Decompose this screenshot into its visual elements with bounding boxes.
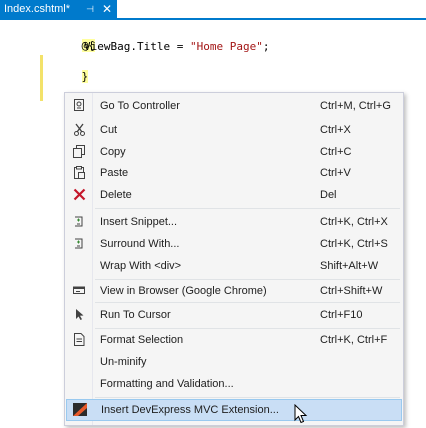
menu-separator: [95, 397, 400, 398]
menu-item-label: View in Browser (Google Chrome): [100, 285, 267, 297]
menu-item-shortcut: Ctrl+X: [320, 124, 351, 136]
menu-separator: [95, 279, 400, 280]
menu-separator: [95, 302, 400, 303]
menu-item-shortcut: Ctrl+F10: [320, 309, 363, 321]
tab-index-cshtml[interactable]: Index.cshtml* ⊣ ✕: [0, 0, 117, 18]
menu-item-format-selection[interactable]: Format Selection Ctrl+K, Ctrl+F: [66, 330, 402, 351]
menu-item-label: Delete: [100, 189, 132, 201]
menu-item-label: Run To Cursor: [100, 309, 171, 321]
pin-icon[interactable]: ⊣: [84, 0, 96, 18]
menu-item-label: Go To Controller: [100, 100, 180, 112]
menu-item-shortcut: Ctrl+Shift+W: [320, 285, 383, 297]
format-icon: [72, 333, 86, 347]
menu-item-label: Cut: [100, 124, 118, 136]
menu-item-cut[interactable]: Cut Ctrl+X: [66, 120, 402, 141]
menu-item-shortcut: Del: [320, 189, 337, 201]
menu-item-shortcut: Shift+Alt+W: [320, 260, 379, 272]
menu-item-label: Un-minify: [100, 356, 147, 368]
menu-item-shortcut: Ctrl+C: [320, 146, 352, 158]
changed-lines-marker: [40, 55, 43, 101]
menu-item-un-minify[interactable]: Un-minify: [66, 352, 402, 373]
menu-item-label: Insert Snippet...: [100, 216, 178, 228]
menu-item-label: Wrap With <div>: [100, 260, 182, 272]
go-to-controller-icon: [72, 99, 86, 113]
menu-item-shortcut: Ctrl+M, Ctrl+G: [320, 100, 391, 112]
code-line-2: ViewBag.Title = "Home Page";: [84, 39, 269, 54]
menu-item-delete[interactable]: Delete Del: [66, 185, 402, 206]
menu-item-shortcut: Ctrl+K, Ctrl+X: [320, 216, 388, 228]
menu-item-shortcut: Ctrl+K, Ctrl+F: [320, 334, 388, 346]
surround-icon: [72, 237, 86, 251]
run-to-cursor-icon: [72, 308, 86, 322]
document-tab-strip: Index.cshtml* ⊣ ✕: [0, 0, 426, 20]
close-icon[interactable]: ✕: [101, 0, 113, 18]
menu-separator: [95, 328, 400, 329]
tab-title: Index.cshtml*: [4, 3, 71, 15]
code-semicolon: ;: [262, 40, 270, 53]
menu-item-go-to-controller[interactable]: Go To Controller Ctrl+M, Ctrl+G: [66, 96, 402, 117]
menu-item-label: Formatting and Validation...: [100, 378, 234, 390]
devexpress-icon: [73, 403, 87, 417]
menu-item-shortcut: Ctrl+V: [320, 167, 351, 179]
menu-item-view-in-browser[interactable]: View in Browser (Google Chrome) Ctrl+Shi…: [66, 281, 402, 302]
editor-context-menu: Go To Controller Ctrl+M, Ctrl+G Cut Ctrl…: [64, 92, 404, 426]
menu-item-formatting-and-validation[interactable]: Formatting and Validation...: [66, 374, 402, 395]
code-viewbag-title: ViewBag.Title: [84, 40, 171, 53]
menu-item-label: Format Selection: [100, 334, 184, 346]
menu-item-label: Copy: [100, 146, 126, 158]
code-operator: =: [170, 40, 190, 53]
browser-icon: [72, 284, 86, 298]
menu-item-copy[interactable]: Copy Ctrl+C: [66, 142, 402, 163]
copy-icon: [72, 145, 86, 159]
menu-item-label: Surround With...: [100, 238, 180, 250]
snippet-icon: [72, 215, 86, 229]
menu-item-surround-with[interactable]: Surround With... Ctrl+K, Ctrl+S: [66, 234, 402, 255]
code-string-literal: "Home Page": [189, 40, 263, 53]
razor-close-block: }: [81, 70, 89, 83]
scissors-icon: [72, 123, 86, 137]
delete-x-icon: [72, 188, 86, 202]
menu-item-shortcut: Ctrl+K, Ctrl+S: [320, 238, 388, 250]
menu-item-label: Paste: [100, 167, 129, 179]
menu-item-label: Insert DevExpress MVC Extension...: [101, 404, 279, 416]
mouse-pointer-icon: [294, 403, 308, 424]
editor-gutter: [0, 20, 40, 428]
menu-item-wrap-with-div[interactable]: Wrap With <div> Shift+Alt+W: [66, 256, 402, 277]
menu-item-paste[interactable]: Paste Ctrl+V: [66, 163, 402, 184]
menu-separator: [95, 208, 400, 209]
menu-item-run-to-cursor[interactable]: Run To Cursor Ctrl+F10: [66, 305, 402, 326]
menu-item-insert-devexpress-mvc-extension[interactable]: Insert DevExpress MVC Extension...: [66, 399, 402, 421]
menu-item-insert-snippet[interactable]: Insert Snippet... Ctrl+K, Ctrl+X: [66, 212, 402, 233]
clipboard-icon: [72, 166, 86, 180]
